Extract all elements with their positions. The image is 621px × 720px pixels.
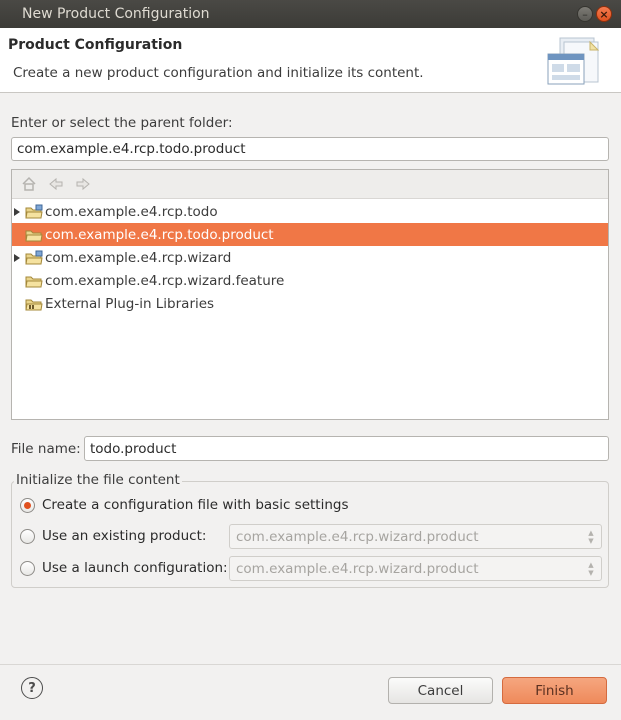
folder-tree[interactable]: com.example.e4.rcp.todo com.example.e4.r… — [11, 169, 609, 420]
project-folder-icon — [25, 250, 43, 264]
launch-configuration-combo: com.example.e4.rcp.wizard.product ▲ ▼ — [229, 556, 602, 581]
title-bar[interactable]: New Product Configuration – × — [0, 0, 621, 28]
tree-item-label: com.example.e4.rcp.wizard — [45, 249, 232, 266]
combo-value: com.example.e4.rcp.wizard.product — [236, 560, 479, 577]
project-folder-icon — [25, 276, 43, 287]
radio-button[interactable] — [20, 497, 35, 513]
radio-launch-configuration[interactable]: Use a launch configuration: — [20, 560, 228, 576]
radio-label: Create a configuration file with basic s… — [42, 497, 349, 513]
tree-item-label: com.example.e4.rcp.todo.product — [45, 226, 274, 243]
file-name-label: File name: — [11, 441, 81, 457]
combo-arrows-icon: ▲ ▼ — [588, 529, 594, 545]
back-arrow-icon[interactable] — [47, 176, 65, 192]
home-icon[interactable] — [20, 176, 38, 192]
project-folder-icon — [25, 230, 43, 241]
tree-item-wizard[interactable]: com.example.e4.rcp.wizard — [12, 246, 608, 269]
tree-item-label: External Plug-in Libraries — [45, 295, 215, 312]
dialog-window: New Product Configuration – × Product Co… — [0, 0, 621, 720]
tree-item-label: com.example.e4.rcp.todo — [45, 203, 218, 220]
radio-label: Use an existing product: — [42, 528, 207, 544]
forward-arrow-icon[interactable] — [74, 176, 92, 192]
tree-item-todo[interactable]: com.example.e4.rcp.todo — [12, 200, 608, 223]
cancel-button[interactable]: Cancel — [388, 677, 493, 704]
footer-divider — [0, 664, 621, 665]
finish-button[interactable]: Finish — [502, 677, 607, 704]
radio-existing-product[interactable]: Use an existing product: — [20, 528, 206, 544]
file-name-input[interactable]: todo.product — [84, 436, 609, 461]
library-folder-icon — [25, 299, 43, 310]
radio-label: Use a launch configuration: — [42, 560, 228, 576]
help-button[interactable]: ? — [21, 677, 43, 699]
tree-item-label: com.example.e4.rcp.wizard.feature — [45, 272, 285, 289]
combo-value: com.example.e4.rcp.wizard.product — [236, 528, 479, 545]
expand-arrow-icon[interactable] — [13, 253, 22, 263]
tree-item-external-libraries[interactable]: External Plug-in Libraries — [12, 292, 608, 315]
project-folder-icon — [25, 204, 43, 218]
radio-button[interactable] — [20, 528, 35, 544]
tree-toolbar — [12, 170, 608, 199]
combo-arrows-icon: ▲ ▼ — [588, 561, 594, 577]
tree-item-wizard-feature[interactable]: com.example.e4.rcp.wizard.feature — [12, 269, 608, 292]
page-title: Product Configuration — [8, 37, 183, 53]
radio-basic-settings[interactable]: Create a configuration file with basic s… — [20, 497, 349, 513]
page-description: Create a new product configuration and i… — [13, 65, 424, 81]
tree-item-todo-product[interactable]: com.example.e4.rcp.todo.product — [12, 223, 608, 246]
existing-product-combo: com.example.e4.rcp.wizard.product ▲ ▼ — [229, 524, 602, 549]
window-title: New Product Configuration — [22, 6, 210, 22]
radio-button[interactable] — [20, 560, 35, 576]
expand-arrow-icon[interactable] — [13, 207, 22, 217]
group-legend: Initialize the file content — [14, 472, 182, 488]
close-button[interactable]: × — [596, 6, 612, 22]
wizard-banner-icon — [547, 37, 600, 85]
wizard-header: Product Configuration Create a new produ… — [0, 28, 621, 93]
minimize-button[interactable]: – — [577, 6, 593, 22]
parent-folder-input[interactable]: com.example.e4.rcp.todo.product — [11, 137, 609, 161]
parent-folder-label: Enter or select the parent folder: — [11, 115, 233, 131]
